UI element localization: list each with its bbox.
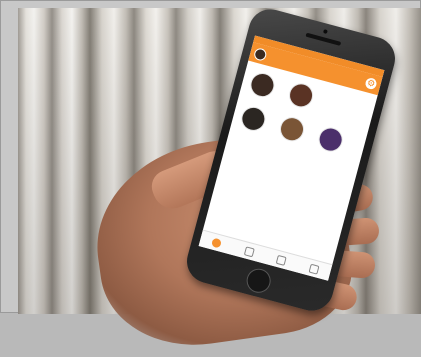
home-icon[interactable]	[211, 237, 223, 249]
home-button[interactable]	[243, 266, 274, 296]
front-camera-icon	[322, 29, 328, 34]
member-item[interactable]	[314, 124, 348, 155]
speaker-grille	[305, 32, 342, 46]
avatar	[247, 70, 278, 100]
profile-avatar-icon[interactable]	[253, 46, 268, 62]
member-item[interactable]	[275, 114, 309, 145]
settings-icon[interactable]: ⚙	[364, 76, 378, 91]
image-frame: ⚙	[0, 0, 421, 357]
member-item[interactable]	[236, 104, 270, 135]
profile-icon[interactable]	[308, 263, 320, 275]
avatar	[277, 114, 307, 144]
avatar	[286, 80, 316, 111]
list-icon[interactable]	[243, 245, 255, 257]
calendar-icon[interactable]	[276, 254, 288, 266]
avatar	[315, 124, 346, 155]
avatar	[238, 104, 269, 134]
